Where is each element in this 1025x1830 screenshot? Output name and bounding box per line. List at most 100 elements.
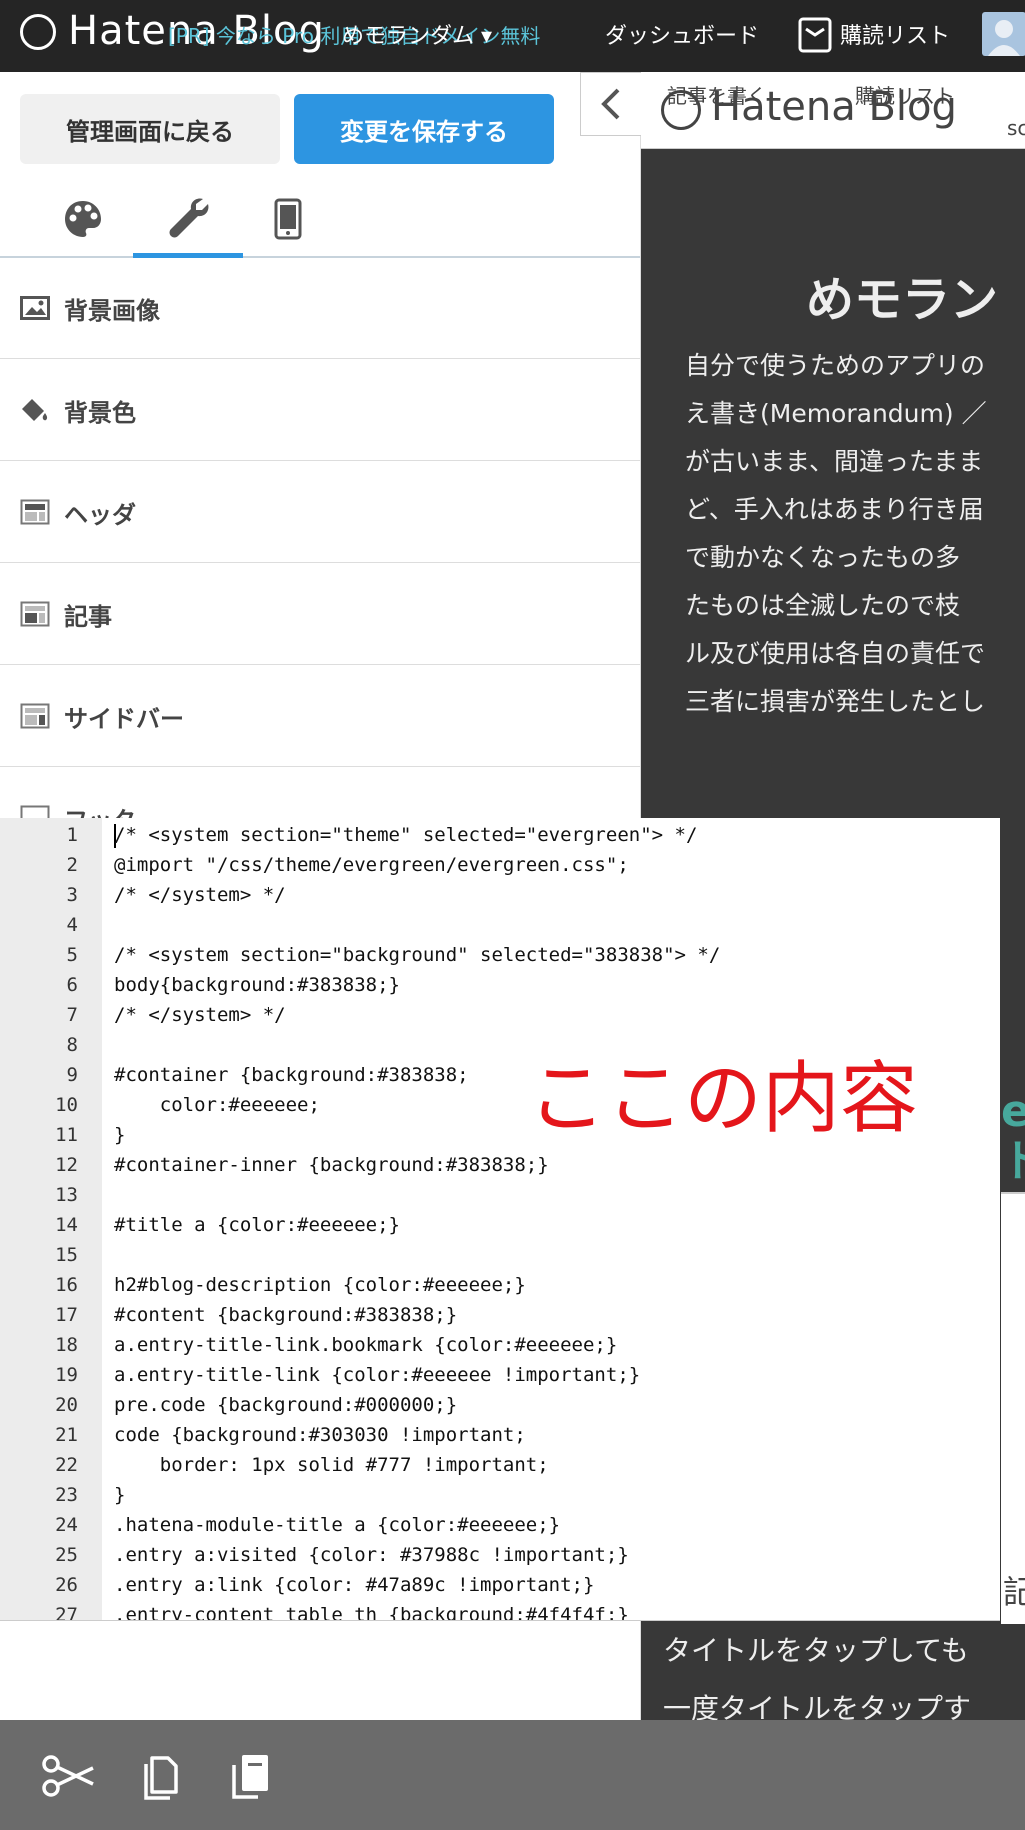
hatena-logo-icon[interactable]: [20, 14, 56, 50]
accent-line: er: [1001, 1086, 1025, 1137]
line-number: 6: [66, 974, 78, 996]
description-line: え書き(Memorandum) ／: [685, 399, 987, 428]
code-line[interactable]: body{background:#383838;}: [114, 974, 400, 996]
design-tabs: [0, 182, 640, 258]
code-line[interactable]: }: [114, 1124, 125, 1146]
code-line[interactable]: .entry a:link {color: #47a89c !important…: [114, 1574, 594, 1596]
code-line[interactable]: .entry-content table th {background:#4f4…: [114, 1604, 629, 1620]
line-number: 11: [55, 1124, 78, 1146]
menu-article[interactable]: 記事: [0, 564, 640, 665]
line-number: 24: [55, 1514, 78, 1536]
menu-label: サイドバー: [64, 704, 184, 733]
dashboard-link[interactable]: ダッシュボード: [605, 18, 759, 50]
image-icon: [20, 295, 50, 321]
code-line[interactable]: a.entry-title-link.bookmark {color:#eeee…: [114, 1334, 617, 1356]
back-to-admin-button[interactable]: 管理画面に戻る: [20, 94, 280, 164]
menu-background-color[interactable]: 背景色: [0, 360, 640, 461]
header-layout-icon: [20, 499, 50, 525]
preview-logo-text: Hatena Blog: [711, 84, 957, 130]
line-number: 16: [55, 1274, 78, 1296]
bottom-line: タイトルをタップしても: [663, 1634, 969, 1667]
code-line[interactable]: .hatena-module-title a {color:#eeeeee;}: [114, 1514, 560, 1536]
copy-icon: [144, 1756, 178, 1800]
collapse-panel-button[interactable]: [580, 72, 642, 136]
line-number: 14: [55, 1214, 78, 1236]
code-line[interactable]: color:#eeeeee;: [114, 1094, 320, 1116]
code-line[interactable]: }: [114, 1484, 125, 1506]
paste-button[interactable]: [222, 1748, 278, 1804]
menu-label: ヘッダ: [64, 500, 136, 529]
code-line[interactable]: /* </system> */: [114, 1004, 286, 1026]
wrench-icon: [169, 198, 209, 237]
code-line[interactable]: @import "/css/theme/evergreen/evergreen.…: [114, 854, 629, 876]
description-line: 自分で使うためのアプリの: [685, 351, 986, 380]
description-line: が古いまま、間違ったまま: [685, 447, 984, 476]
line-number: 23: [55, 1484, 78, 1506]
code-line[interactable]: #content {background:#383838;}: [114, 1304, 457, 1326]
paint-bucket-icon: [20, 397, 50, 423]
code-line[interactable]: .entry a:visited {color: #37988c !import…: [114, 1544, 629, 1566]
code-line[interactable]: #container-inner {background:#383838;}: [114, 1154, 549, 1176]
blog-menu-dropdown[interactable]: めモランダム ▾: [342, 18, 492, 50]
menu-background-image[interactable]: 背景画像: [0, 258, 640, 359]
line-number: 9: [66, 1064, 78, 1086]
tab-customize[interactable]: [133, 182, 243, 258]
preview-content-panel: [1001, 1194, 1025, 1624]
accent-line: ト: [1001, 1136, 1025, 1187]
save-changes-button[interactable]: 変更を保存する: [294, 94, 554, 164]
line-number: 1: [66, 824, 78, 846]
line-number: 22: [55, 1454, 78, 1476]
line-number-gutter: 1 2 3 4 5 6 7 8 9 10 11 12 13 14 15 16 17 18 19 20 21 22 23 24 2…: [0, 818, 102, 1620]
menu-label: 背景画像: [64, 296, 160, 325]
line-number: 2: [66, 854, 78, 876]
line-number: 3: [66, 884, 78, 906]
paste-icon: [232, 1755, 268, 1799]
menu-sidebar[interactable]: サイドバー: [0, 666, 640, 767]
line-number: 4: [66, 914, 78, 936]
blog-title[interactable]: めモラン: [806, 260, 998, 330]
code-line[interactable]: pre.code {background:#000000;}: [114, 1394, 457, 1416]
copy-button[interactable]: [132, 1748, 188, 1804]
menu-label: 背景色: [64, 398, 136, 427]
line-number: 27: [55, 1604, 78, 1621]
line-number: 15: [55, 1244, 78, 1266]
code-line[interactable]: #container {background:#383838;: [114, 1064, 469, 1086]
code-line[interactable]: /* <system section="theme" selected="eve…: [114, 824, 697, 846]
css-code-editor[interactable]: 1 2 3 4 5 6 7 8 9 10 11 12 13 14 15 16 17 18 19 20 21 22 23 24 2…: [0, 818, 1000, 1621]
tab-theme[interactable]: [28, 182, 138, 256]
preview-header-edge: sc: [1007, 116, 1025, 140]
menu-header[interactable]: ヘッダ: [0, 462, 640, 563]
line-number: 26: [55, 1574, 78, 1596]
reading-list-icon[interactable]: [798, 17, 832, 53]
line-number: 18: [55, 1334, 78, 1356]
code-line[interactable]: /* <system section="background" selected…: [114, 944, 720, 966]
code-line[interactable]: #title a {color:#eeeeee;}: [114, 1214, 400, 1236]
line-number: 7: [66, 1004, 78, 1026]
chevron-left-icon: [601, 88, 620, 120]
tab-smartphone[interactable]: [233, 182, 343, 256]
sidebar-layout-icon: [20, 703, 50, 729]
code-line[interactable]: /* </system> */: [114, 884, 286, 906]
line-number: 12: [55, 1154, 78, 1176]
line-number: 5: [66, 944, 78, 966]
user-avatar[interactable]: [982, 12, 1025, 56]
menu-label: 記事: [64, 602, 112, 631]
annotation-label: ここの内容: [528, 1054, 919, 1144]
code-line[interactable]: h2#blog-description {color:#eeeeee;}: [114, 1274, 526, 1296]
cut-button[interactable]: [40, 1748, 96, 1804]
scissors-icon: [42, 1755, 94, 1797]
code-line[interactable]: code {background:#303030 !important;: [114, 1424, 526, 1446]
code-line[interactable]: border: 1px solid #777 !important;: [114, 1454, 549, 1476]
article-layout-icon: [20, 601, 50, 627]
description-line: で動かなくなったもの多: [685, 543, 961, 572]
line-number: 25: [55, 1544, 78, 1566]
description-line: たものは全滅したので枝: [685, 591, 961, 620]
reading-list-link[interactable]: 購読リスト: [840, 18, 950, 50]
edit-toolbar: [0, 1720, 1025, 1830]
preview-bottom-text: タイトルをタップしても 一度タイトルをタップす: [663, 1622, 971, 1722]
top-navigation-bar: Hatena Blog [PR] 今なら Pro 利用で独自ドメイン無料 めモラ…: [0, 0, 1025, 72]
preview-logo-icon: [661, 90, 701, 130]
line-number: 10: [55, 1094, 78, 1116]
description-line: ど、手入れはあまり行き届: [685, 495, 984, 524]
code-line[interactable]: a.entry-title-link {color:#eeeeee !impor…: [114, 1364, 640, 1386]
